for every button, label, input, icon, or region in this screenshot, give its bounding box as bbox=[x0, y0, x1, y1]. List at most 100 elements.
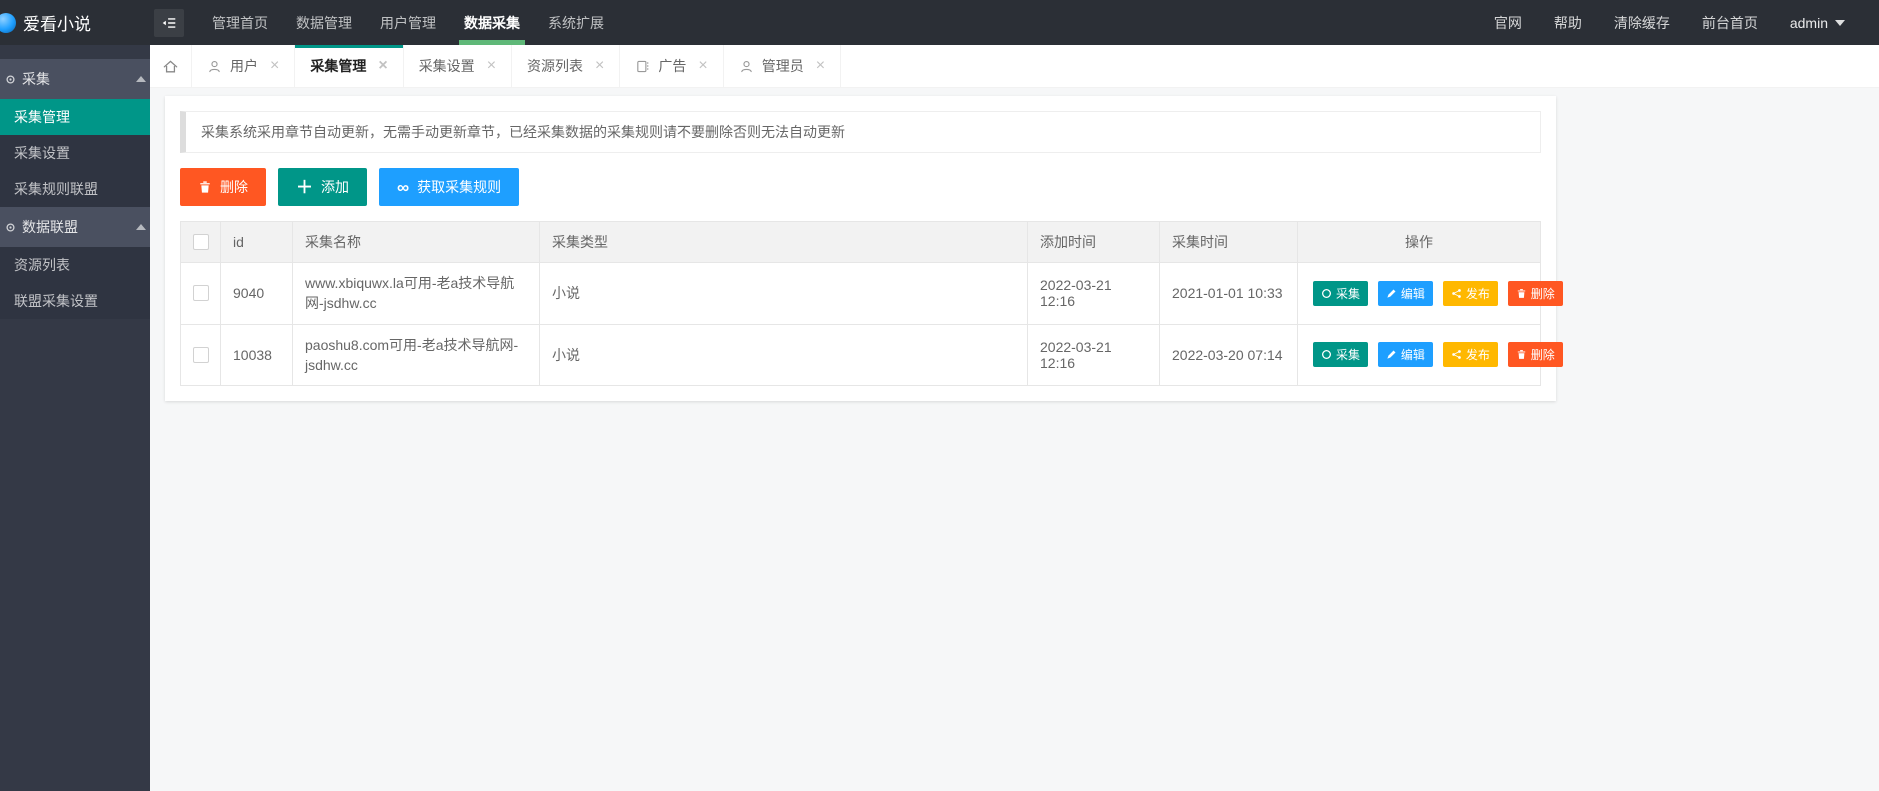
fetch-rules-button[interactable]: ∞ 获取采集规则 bbox=[379, 168, 520, 206]
cell-id: 9040 bbox=[220, 262, 293, 325]
publish-button[interactable]: 发布 bbox=[1442, 280, 1498, 306]
col-type: 采集类型 bbox=[539, 221, 1028, 263]
trash-icon bbox=[1517, 288, 1525, 298]
share-icon bbox=[1452, 288, 1461, 298]
table-row: 9040 www.xbiquwx.la可用-老a技术导航网-jsdhw.cc 小… bbox=[180, 262, 1563, 325]
topbar-nav-item[interactable]: 用户管理 bbox=[366, 0, 450, 45]
close-icon[interactable]: × bbox=[595, 58, 604, 74]
main-content: 采集系统采用章节自动更新，无需手动更新章节，已经采集数据的采集规则请不要删除否则… bbox=[150, 88, 1879, 791]
table-wrap: id 采集名称 采集类型 添加时间 采集时间 操作 9040 www.xbiqu… bbox=[180, 221, 1563, 387]
app-logo: 爱看小说 bbox=[0, 10, 150, 35]
cell-collected: 2021-01-01 10:33 bbox=[1159, 262, 1298, 325]
edit-icon bbox=[1387, 350, 1396, 360]
add-button[interactable]: ＋ 添加 bbox=[278, 168, 367, 206]
plus-icon: ＋ bbox=[296, 177, 313, 197]
topbar: 爱看小说 管理首页 数据管理 用户管理 数据采集 系统扩展 官网 帮助 清除缓存… bbox=[0, 0, 1879, 45]
cell-type: 小说 bbox=[539, 262, 1028, 325]
close-icon[interactable]: × bbox=[270, 58, 279, 74]
topbar-nav: 管理首页 数据管理 用户管理 数据采集 系统扩展 bbox=[198, 0, 618, 45]
close-icon[interactable]: × bbox=[698, 58, 707, 74]
cell-name: www.xbiquwx.la可用-老a技术导航网-jsdhw.cc bbox=[292, 262, 540, 325]
cell-name: paoshu8.com可用-老a技术导航网-jsdhw.cc bbox=[292, 323, 540, 387]
row-delete-button[interactable]: 删除 bbox=[1507, 280, 1563, 306]
home-icon bbox=[163, 60, 178, 72]
table-row: 10038 paoshu8.com可用-老a技术导航网-jsdhw.cc 小说 … bbox=[180, 323, 1563, 387]
publish-button[interactable]: 发布 bbox=[1442, 342, 1498, 368]
topbar-nav-item[interactable]: 系统扩展 bbox=[534, 0, 618, 45]
caret-up-icon bbox=[136, 76, 146, 82]
tab[interactable]: 用户 × bbox=[192, 45, 296, 87]
edit-button[interactable]: 编辑 bbox=[1377, 342, 1433, 368]
username: admin bbox=[1789, 14, 1828, 31]
trash-icon bbox=[1517, 350, 1525, 360]
topbar-link[interactable]: 官网 bbox=[1478, 13, 1538, 33]
trash-icon bbox=[200, 181, 210, 193]
notice-banner: 采集系统采用章节自动更新，无需手动更新章节，已经采集数据的采集规则请不要删除否则… bbox=[180, 111, 1541, 153]
app-title: 爱看小说 bbox=[23, 15, 91, 34]
topbar-link[interactable]: 清除缓存 bbox=[1598, 13, 1686, 33]
col-collected: 采集时间 bbox=[1159, 221, 1298, 263]
col-added: 添加时间 bbox=[1027, 221, 1160, 263]
tabbar: 用户 × 采集管理 × 采集设置 × 资源列表 × 广告 × 管理员 × bbox=[150, 45, 1879, 88]
cell-collected: 2022-03-20 07:14 bbox=[1159, 323, 1298, 387]
caret-down-icon bbox=[1835, 19, 1845, 26]
logo-icon bbox=[0, 12, 16, 33]
collect-button[interactable]: 采集 bbox=[1313, 342, 1369, 368]
table-header-row: id 采集名称 采集类型 添加时间 采集时间 操作 bbox=[180, 221, 1541, 263]
user-icon bbox=[209, 60, 220, 72]
edit-button[interactable]: 编辑 bbox=[1377, 280, 1433, 306]
toolbar: 删除 ＋ 添加 ∞ 获取采集规则 bbox=[180, 168, 1541, 206]
tab-home[interactable] bbox=[150, 45, 192, 87]
tab[interactable]: 资源列表 × bbox=[512, 45, 621, 87]
topbar-nav-item[interactable]: 数据管理 bbox=[282, 0, 366, 45]
close-icon[interactable]: × bbox=[816, 58, 825, 74]
delete-button[interactable]: 删除 bbox=[180, 168, 266, 206]
close-icon[interactable]: × bbox=[487, 58, 496, 74]
notice-text: 采集系统采用章节自动更新，无需手动更新章节，已经采集数据的采集规则请不要删除否则… bbox=[201, 124, 845, 140]
caret-up-icon bbox=[136, 224, 146, 230]
active-nav-underline bbox=[459, 40, 525, 45]
sidebar-item[interactable]: 采集规则联盟 bbox=[0, 171, 150, 207]
row-checkbox[interactable] bbox=[193, 346, 209, 363]
tab[interactable]: 采集管理 × bbox=[295, 45, 404, 87]
tab[interactable]: 采集设置 × bbox=[404, 45, 513, 87]
sidebar: 采集 采集管理 采集设置 采集规则联盟 数据联盟 资源列表 联盟采集设置 bbox=[0, 45, 150, 791]
collapse-sidebar-button[interactable] bbox=[154, 8, 184, 37]
cell-id: 10038 bbox=[220, 323, 293, 387]
ad-icon bbox=[637, 60, 649, 72]
col-ops: 操作 bbox=[1297, 221, 1541, 263]
sidebar-item[interactable]: 资源列表 bbox=[0, 247, 150, 283]
section-dot-icon bbox=[6, 74, 15, 84]
topbar-nav-item[interactable]: 管理首页 bbox=[198, 0, 282, 45]
collect-button[interactable]: 采集 bbox=[1313, 280, 1369, 306]
tab[interactable]: 广告 × bbox=[620, 45, 724, 87]
link-icon: ∞ bbox=[397, 177, 410, 197]
edit-icon bbox=[1387, 289, 1396, 298]
section-dot-icon bbox=[6, 222, 15, 232]
cell-added: 2022-03-21 12:16 bbox=[1027, 262, 1160, 325]
col-name: 采集名称 bbox=[292, 221, 540, 263]
row-checkbox[interactable] bbox=[193, 285, 209, 302]
circle-icon bbox=[1322, 350, 1331, 360]
row-delete-button[interactable]: 删除 bbox=[1507, 342, 1563, 368]
cell-type: 小说 bbox=[539, 323, 1028, 387]
sidebar-item[interactable]: 采集设置 bbox=[0, 135, 150, 171]
topbar-link[interactable]: 前台首页 bbox=[1686, 13, 1774, 33]
user-icon bbox=[740, 60, 752, 72]
sidebar-item[interactable]: 联盟采集设置 bbox=[0, 283, 150, 319]
sidebar-section-header[interactable]: 采集 bbox=[0, 59, 150, 99]
close-icon[interactable]: × bbox=[378, 58, 387, 74]
circle-icon bbox=[1322, 288, 1331, 298]
tab[interactable]: 管理员 × bbox=[724, 45, 842, 87]
topbar-link[interactable]: 帮助 bbox=[1538, 13, 1598, 33]
user-menu[interactable]: admin bbox=[1774, 15, 1853, 31]
select-all-checkbox[interactable] bbox=[193, 234, 209, 250]
topbar-links: 官网 帮助 清除缓存 前台首页 admin bbox=[1478, 0, 1879, 45]
content-card: 采集系统采用章节自动更新，无需手动更新章节，已经采集数据的采集规则请不要删除否则… bbox=[165, 96, 1563, 402]
col-id: id bbox=[220, 221, 293, 263]
topbar-nav-item[interactable]: 数据采集 bbox=[450, 0, 534, 45]
shrink-icon bbox=[162, 17, 176, 28]
sidebar-item[interactable]: 采集管理 bbox=[0, 99, 150, 135]
sidebar-section-header[interactable]: 数据联盟 bbox=[0, 207, 150, 247]
